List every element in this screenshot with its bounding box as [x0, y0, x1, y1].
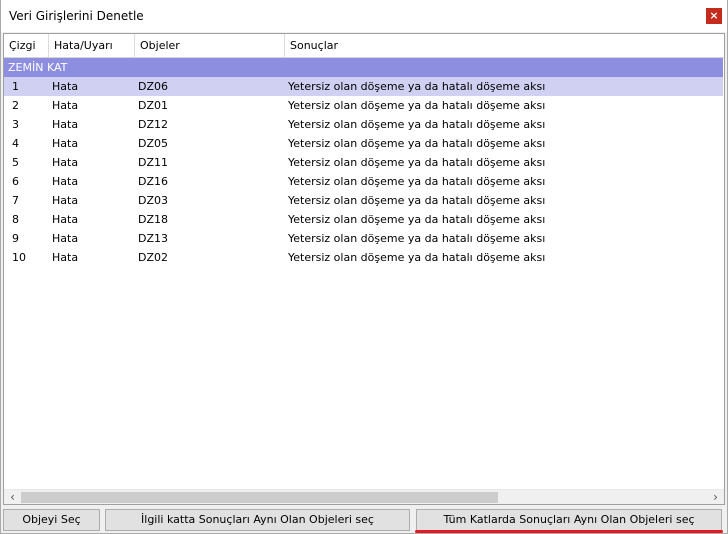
- row-result: Yetersiz olan döşeme ya da hatalı döşeme…: [288, 232, 546, 245]
- select-object-button[interactable]: Objeyi Seç: [3, 509, 100, 531]
- row-line: 1: [12, 80, 19, 93]
- scroll-left-icon[interactable]: ‹: [4, 490, 21, 504]
- row-line: 8: [12, 213, 19, 226]
- table-row[interactable]: 1 Hata DZ06 Yetersiz olan döşeme ya da hata…: [4, 77, 723, 96]
- row-type: Hata: [52, 251, 79, 264]
- row-type: Hata: [52, 232, 79, 245]
- table-row[interactable]: 6 Hata DZ16 Yetersiz olan döşeme ya da hata…: [4, 172, 723, 191]
- results-grid: Çizgi Hata/Uyarı Objeler Sonuçlar ZEMİN …: [3, 33, 725, 505]
- table-row[interactable]: 4 Hata DZ05 Yetersiz olan döşeme ya da hata…: [4, 134, 723, 153]
- row-line: 9: [12, 232, 19, 245]
- title-bar: Veri Girişlerini Denetle ×: [1, 0, 727, 32]
- row-type: Hata: [52, 99, 79, 112]
- row-object: DZ11: [138, 156, 169, 169]
- row-line: 2: [12, 99, 19, 112]
- column-header-results[interactable]: Sonuçlar: [285, 34, 724, 58]
- row-result: Yetersiz olan döşeme ya da hatalı döşeme…: [288, 156, 546, 169]
- row-type: Hata: [52, 118, 79, 131]
- row-object: DZ13: [138, 232, 169, 245]
- select-all-floors-button[interactable]: Tüm Katlarda Sonuçları Aynı Olan Objeler…: [416, 509, 722, 531]
- scroll-right-icon[interactable]: ›: [707, 490, 724, 504]
- row-line: 3: [12, 118, 19, 131]
- row-result: Yetersiz olan döşeme ya da hatalı döşeme…: [288, 251, 546, 264]
- horizontal-scrollbar[interactable]: ‹ ›: [4, 489, 724, 504]
- window-title: Veri Girişlerini Denetle: [9, 9, 144, 23]
- row-type: Hata: [52, 213, 79, 226]
- row-result: Yetersiz olan döşeme ya da hatalı döşeme…: [288, 99, 546, 112]
- row-result: Yetersiz olan döşeme ya da hatalı döşeme…: [288, 194, 546, 207]
- table-row[interactable]: 3 Hata DZ12 Yetersiz olan döşeme ya da hata…: [4, 115, 723, 134]
- row-object: DZ05: [138, 137, 169, 150]
- row-type: Hata: [52, 156, 79, 169]
- grid-rows: 1 Hata DZ06 Yetersiz olan döşeme ya da hata…: [4, 77, 723, 267]
- row-object: DZ06: [138, 80, 169, 93]
- row-result: Yetersiz olan döşeme ya da hatalı döşeme…: [288, 175, 546, 188]
- row-result: Yetersiz olan döşeme ya da hatalı döşeme…: [288, 118, 546, 131]
- row-line: 10: [12, 251, 26, 264]
- row-object: DZ01: [138, 99, 169, 112]
- row-result: Yetersiz olan döşeme ya da hatalı döşeme…: [288, 137, 546, 150]
- row-object: DZ18: [138, 213, 169, 226]
- row-line: 5: [12, 156, 19, 169]
- row-type: Hata: [52, 175, 79, 188]
- row-type: Hata: [52, 80, 79, 93]
- close-icon: ×: [709, 9, 719, 22]
- row-result: Yetersiz olan döşeme ya da hatalı döşeme…: [288, 213, 546, 226]
- row-line: 6: [12, 175, 19, 188]
- scroll-thumb[interactable]: [21, 492, 498, 503]
- dialog-window: Veri Girişlerini Denetle × Çizgi Hata/Uy…: [0, 0, 728, 534]
- row-line: 4: [12, 137, 19, 150]
- row-type: Hata: [52, 194, 79, 207]
- row-line: 7: [12, 194, 19, 207]
- table-row[interactable]: 2 Hata DZ01 Yetersiz olan döşeme ya da hata…: [4, 96, 723, 115]
- grid-header: Çizgi Hata/Uyarı Objeler Sonuçlar: [4, 34, 724, 58]
- table-row[interactable]: 10 Hata DZ02 Yetersiz olan döşeme ya da hat…: [4, 248, 723, 267]
- group-row-floor[interactable]: ZEMİN KAT: [4, 58, 723, 77]
- column-header-type[interactable]: Hata/Uyarı: [49, 34, 135, 58]
- column-header-objects[interactable]: Objeler: [135, 34, 285, 58]
- row-object: DZ16: [138, 175, 169, 188]
- select-same-floor-button[interactable]: İlgili katta Sonuçları Aynı Olan Objeler…: [105, 509, 410, 531]
- table-row[interactable]: 5 Hata DZ11 Yetersiz olan döşeme ya da hata…: [4, 153, 723, 172]
- table-row[interactable]: 7 Hata DZ03 Yetersiz olan döşeme ya da hata…: [4, 191, 723, 210]
- row-object: DZ03: [138, 194, 169, 207]
- column-header-line[interactable]: Çizgi: [4, 34, 49, 58]
- row-type: Hata: [52, 137, 79, 150]
- row-object: DZ02: [138, 251, 169, 264]
- close-button[interactable]: ×: [706, 8, 722, 24]
- table-row[interactable]: 8 Hata DZ18 Yetersiz olan döşeme ya da hata…: [4, 210, 723, 229]
- highlight-underline: [415, 530, 723, 533]
- row-object: DZ12: [138, 118, 169, 131]
- row-result: Yetersiz olan döşeme ya da hatalı döşeme…: [288, 80, 546, 93]
- table-row[interactable]: 9 Hata DZ13 Yetersiz olan döşeme ya da hata…: [4, 229, 723, 248]
